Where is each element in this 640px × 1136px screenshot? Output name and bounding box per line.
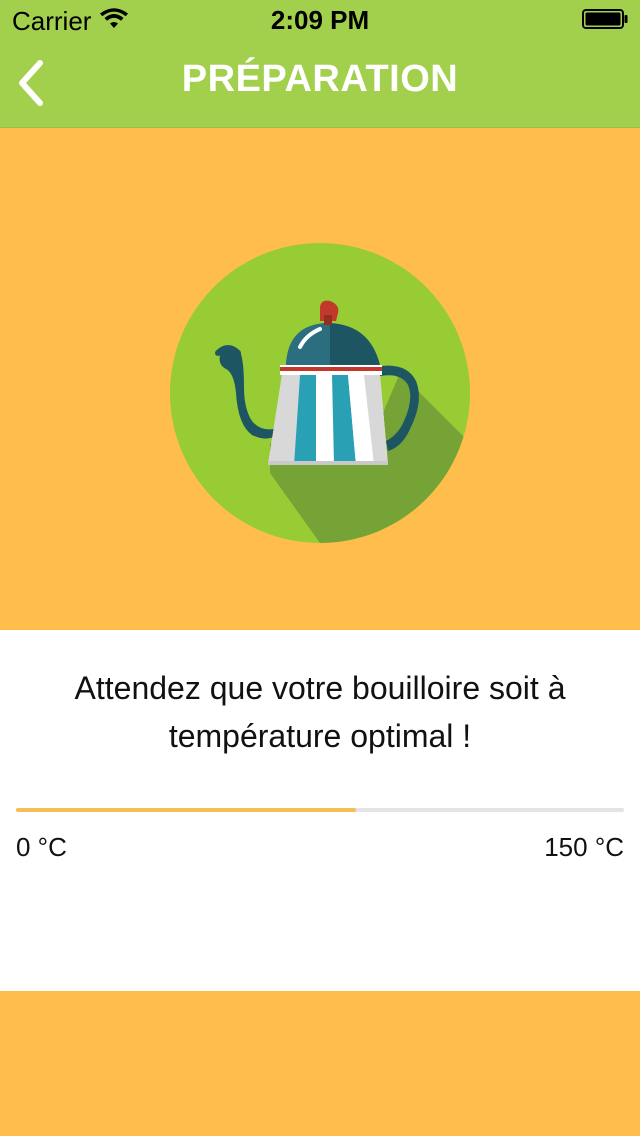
page-title: PRÉPARATION	[181, 58, 459, 100]
min-temperature-label: 0 °C	[16, 832, 67, 862]
instruction-card: Attendez que votre bouilloire soit à tem…	[0, 630, 640, 991]
instruction-message: Attendez que votre bouilloire soit à tem…	[74, 670, 566, 754]
status-bar: Carrier 2:09 PM	[0, 0, 640, 40]
bottom-background	[0, 991, 640, 1136]
temperature-progress-fill	[16, 808, 357, 812]
hero-section	[0, 128, 640, 630]
navigation-bar: Carrier 2:09 PM PRÉPARATION	[0, 0, 640, 128]
status-time: 2:09 PM	[270, 5, 370, 35]
max-temperature-label: 150 °C	[544, 832, 624, 862]
temperature-progress-bar	[16, 808, 624, 812]
battery-icon	[582, 9, 628, 29]
kettle-icon	[170, 243, 470, 543]
